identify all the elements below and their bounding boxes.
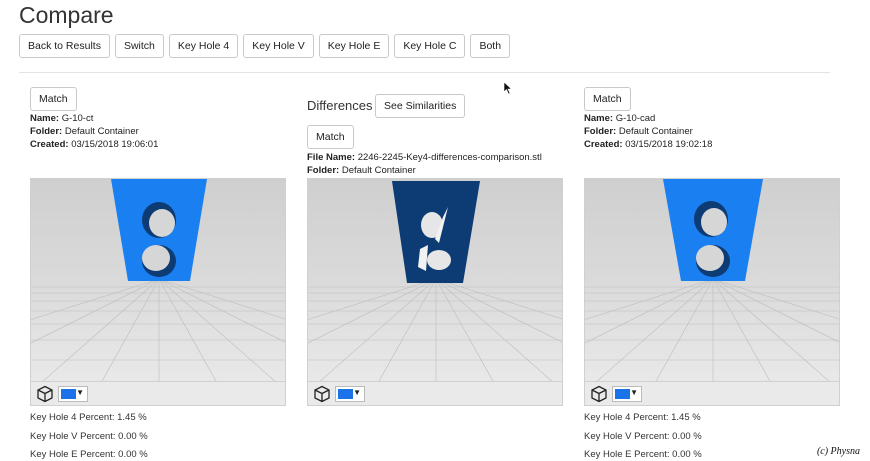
right-info: Name: G-10-cad Folder: Default Container… [584,112,712,151]
file-name-label: File Name: [307,152,356,163]
left-name-label: Name: [30,113,60,124]
left-3d-viewer[interactable]: ▼ [30,178,286,406]
file-name-value: 2246-2245-Key4-differences-comparison.st… [357,152,542,163]
caret-down-icon: ▼ [76,388,84,397]
color-swatch [61,389,76,399]
left-viewer-toolbar: ▼ [31,381,285,405]
back-to-results-button[interactable]: Back to Results [19,34,110,58]
key-hole-e-button[interactable]: Key Hole E [318,34,390,58]
color-swatch [338,389,353,399]
left-stat-key-hole-e: Key Hole E Percent: 0.00 % [30,449,148,460]
toolbar: Back to Results Switch Key Hole 4 Key Ho… [19,34,511,58]
left-match-button[interactable]: Match [30,87,77,111]
middle-info: File Name: 2246-2245-Key4-differences-co… [307,151,542,177]
key-hole-v-button[interactable]: Key Hole V [243,34,314,58]
see-similarities-button[interactable]: See Similarities [375,94,466,118]
middle-color-picker[interactable]: ▼ [335,386,365,402]
left-scene [31,179,285,383]
left-folder-label: Folder: [30,126,63,137]
copyright-text: (c) Physna [816,446,860,457]
right-name-label: Name: [584,113,614,124]
key-hole-4-button[interactable]: Key Hole 4 [168,34,239,58]
middle-scene [308,181,562,383]
differences-heading: Differences [307,98,373,113]
divider [19,72,830,73]
left-color-picker[interactable]: ▼ [58,386,88,402]
right-scene [585,179,839,383]
middle-folder-value: Default Container [341,165,416,176]
right-name-value: G-10-cad [615,113,656,124]
right-folder-label: Folder: [584,126,617,137]
left-created-label: Created: [30,139,69,150]
key-hole-c-button[interactable]: Key Hole C [394,34,466,58]
right-stat-key-hole-e: Key Hole E Percent: 0.00 % [584,449,702,460]
page-title: Compare [19,2,114,28]
cube-view-icon[interactable] [590,385,608,403]
right-viewer-toolbar: ▼ [585,381,839,405]
middle-3d-viewer[interactable]: ▼ [307,178,563,406]
both-button[interactable]: Both [470,34,511,58]
right-color-picker[interactable]: ▼ [612,386,642,402]
left-name-value: G-10-ct [61,113,94,124]
left-folder-value: Default Container [64,126,139,137]
middle-viewer-toolbar: ▼ [308,381,562,405]
mouse-cursor-icon [503,81,513,95]
right-stat-key-hole-v: Key Hole V Percent: 0.00 % [584,431,702,442]
right-created-label: Created: [584,139,623,150]
caret-down-icon: ▼ [630,388,638,397]
right-stat-key-hole-4: Key Hole 4 Percent: 1.45 % [584,412,701,423]
left-created-value: 03/15/2018 19:06:01 [71,139,159,150]
caret-down-icon: ▼ [353,388,361,397]
right-match-button[interactable]: Match [584,87,631,111]
right-created-value: 03/15/2018 19:02:18 [625,139,713,150]
color-swatch [615,389,630,399]
cube-view-icon[interactable] [36,385,54,403]
right-3d-viewer[interactable]: ▼ [584,178,840,406]
right-folder-value: Default Container [618,126,693,137]
left-stat-key-hole-4: Key Hole 4 Percent: 1.45 % [30,412,147,423]
switch-button[interactable]: Switch [114,34,164,58]
left-info: Name: G-10-ct Folder: Default Container … [30,112,158,151]
left-stat-key-hole-v: Key Hole V Percent: 0.00 % [30,431,148,442]
middle-folder-label: Folder: [307,165,340,176]
cube-view-icon[interactable] [313,385,331,403]
middle-match-button[interactable]: Match [307,125,354,149]
